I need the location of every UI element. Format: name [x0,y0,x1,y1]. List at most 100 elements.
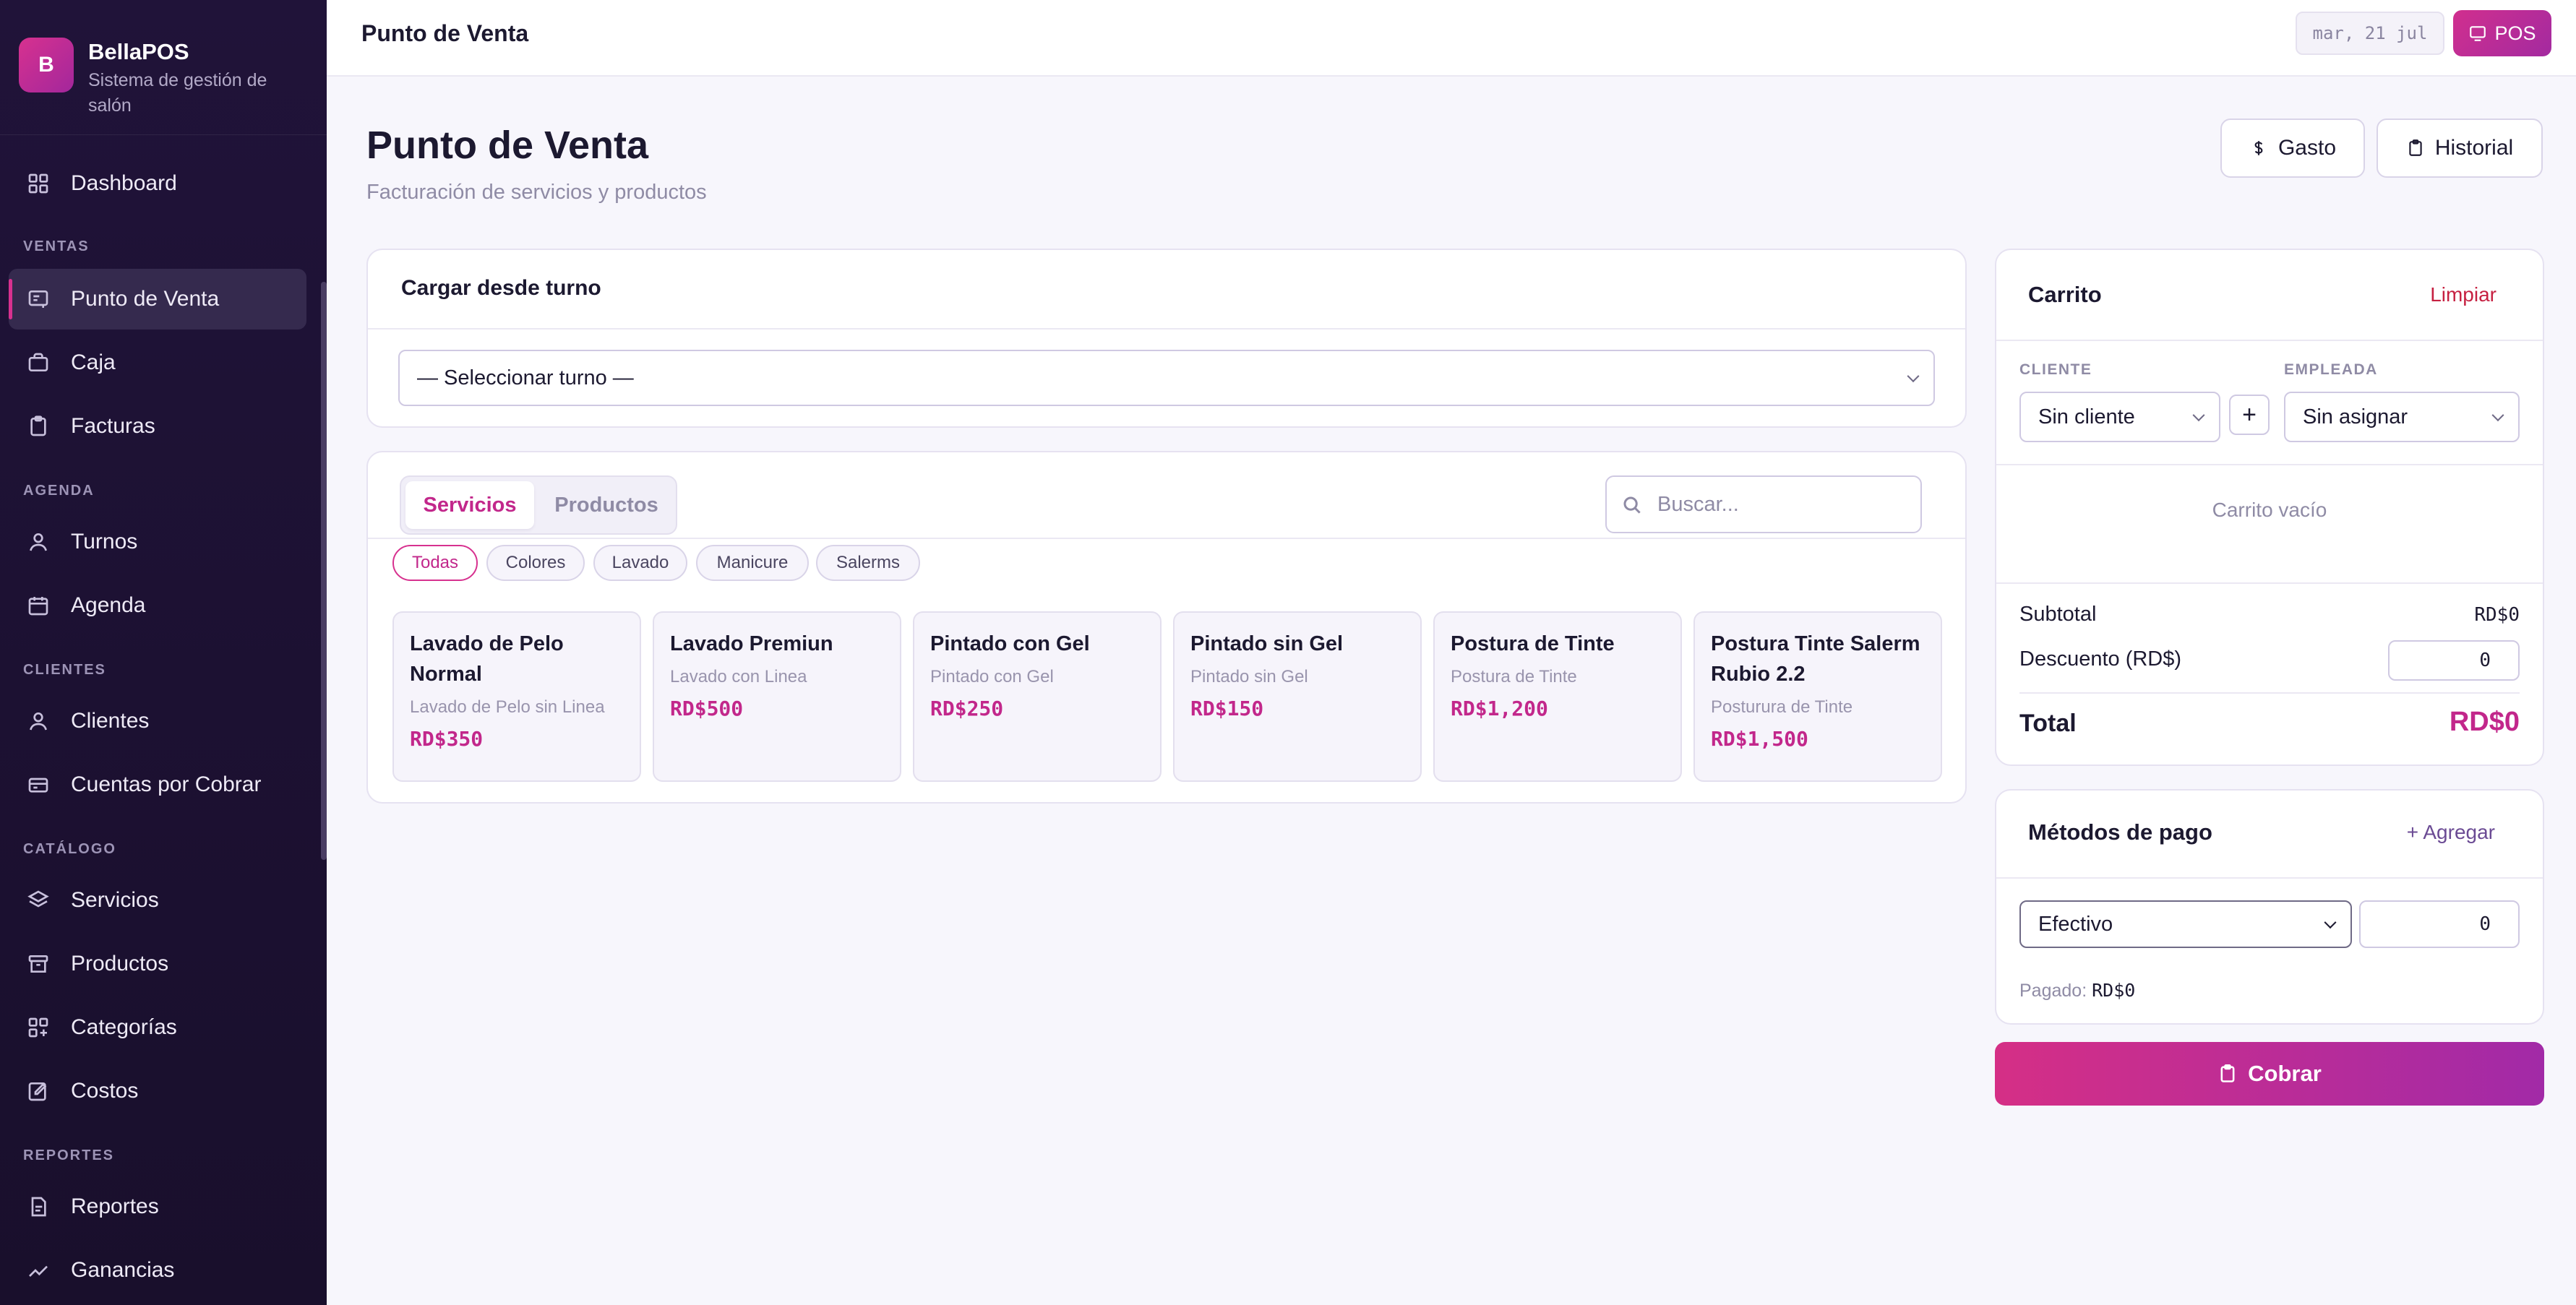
service-card[interactable]: Lavado de Pelo Normal Lavado de Pelo sin… [392,611,641,782]
service-card[interactable]: Postura de Tinte Postura de Tinte RD$1,2… [1433,611,1682,782]
service-name: Postura Tinte Salerm Rubio 2.2 [1711,632,1920,686]
topbar: Punto de Venta mar, 21 jul POS [327,0,2576,77]
sidebar-item-categorias[interactable]: Categorías [9,997,306,1058]
sidebar-item-turnos[interactable]: Turnos [9,512,306,572]
card-icon [26,772,51,797]
clipboard-icon [26,414,51,439]
pos-button[interactable]: POS [2453,10,2551,56]
sidebar-item-reportes[interactable]: Reportes [9,1176,306,1237]
cart-divider [1996,464,2543,465]
chip-manicure[interactable]: Manicure [696,545,809,581]
client-select[interactable]: Sin cliente [2019,392,2220,442]
catalog-card: Servicios Productos Buscar... Todas Colo… [366,451,1967,804]
subtotal-label: Subtotal [2019,603,2097,626]
turno-card-title: Cargar desde turno [401,276,601,300]
service-card[interactable]: Pintado sin Gel Pintado sin Gel RD$150 [1173,611,1422,782]
brand-logo: B [19,38,74,92]
sidebar-item-productos[interactable]: Productos [9,934,306,994]
turno-card-divider [368,328,1965,330]
chip-salerms[interactable]: Salerms [816,545,920,581]
sidebar-item-label: Turnos [71,530,138,554]
chip-todas[interactable]: Todas [392,545,478,581]
chevron-down-icon [1907,370,1920,383]
page-title: Punto de Venta [366,124,649,167]
sidebar-item-label: Facturas [71,414,155,438]
service-description: Postura de Tinte [1451,667,1577,686]
sidebar-item-label: Ganancias [71,1258,175,1282]
service-name: Postura de Tinte [1451,632,1615,655]
sidebar-item-servicios[interactable]: Servicios [9,870,306,931]
service-price: RD$1,200 [1451,697,1548,720]
user-icon [26,709,51,733]
employee-select[interactable]: Sin asignar [2284,392,2520,442]
sidebar-item-clientes[interactable]: Clientes [9,691,306,751]
subtotal-value: RD$0 [2474,604,2520,626]
payment-amount-input[interactable]: 0 [2359,900,2520,948]
gasto-button-label: Gasto [2277,136,2337,160]
sidebar-section-agenda: AGENDA [23,483,95,499]
document-icon [26,1194,51,1219]
clear-cart-button[interactable]: Limpiar [2430,283,2496,306]
gasto-button[interactable]: Gasto [2220,119,2365,178]
catalog-divider [368,538,1965,539]
sidebar-item-agenda[interactable]: Agenda [9,575,306,636]
sidebar-scrollbar[interactable] [321,282,327,860]
service-card[interactable]: Pintado con Gel Pintado con Gel RD$250 [913,611,1162,782]
total-value: RD$0 [2449,707,2520,737]
service-card[interactable]: Postura Tinte Salerm Rubio 2.2 Posturura… [1693,611,1942,782]
sidebar-item-costos[interactable]: Costos [9,1061,306,1121]
turno-card: Cargar desde turno — Seleccionar turno — [366,249,1967,428]
service-name: Lavado de Pelo Normal [410,632,564,686]
monitor-icon [2470,26,2486,41]
chip-lavado[interactable]: Lavado [593,545,687,581]
sidebar-item-punto-de-venta[interactable]: Punto de Venta [9,269,306,330]
paid-summary: Pagado: RD$0 [2019,980,2135,1002]
sidebar-item-dashboard[interactable]: Dashboard [9,153,306,214]
sidebar-item-cuentas-por-cobrar[interactable]: Cuentas por Cobrar [9,754,306,815]
sidebar-item-label: Productos [71,952,169,975]
sidebar-item-label: Servicios [71,888,159,912]
discount-input[interactable]: 0 [2388,640,2520,681]
cart-divider [1996,340,2543,341]
payment-title: Métodos de pago [2028,819,2212,845]
service-description: Pintado sin Gel [1190,667,1308,686]
add-payment-button[interactable]: + Agregar [2407,821,2495,844]
wallet-icon [26,350,51,375]
payment-method-select[interactable]: Efectivo [2019,900,2352,948]
tab-servicios[interactable]: Servicios [405,481,534,529]
employee-select-value: Sin asignar [2303,405,2408,428]
sidebar: B BellaPOS Sistema de gestión de salón D… [0,0,327,1305]
service-name: Lavado Premiun [670,632,833,655]
sidebar-divider [0,134,327,135]
tab-productos[interactable]: Productos [541,481,671,529]
date-badge: mar, 21 jul [2296,12,2444,55]
sidebar-item-caja[interactable]: Caja [9,332,306,393]
turno-select[interactable]: — Seleccionar turno — [398,350,1935,406]
historial-button-label: Historial [2434,136,2514,160]
sidebar-section-ventas: VENTAS [23,238,90,254]
add-client-button[interactable]: + [2229,395,2270,435]
clipboard-icon [2409,139,2422,156]
search-placeholder: Buscar... [1657,492,1739,516]
cart-divider [2019,692,2520,694]
historial-button[interactable]: Historial [2377,119,2543,178]
payment-method-value: Efectivo [2038,912,2113,936]
service-card[interactable]: Lavado Premiun Lavado con Linea RD$500 [653,611,901,782]
pos-button-label: POS [2494,22,2536,44]
sidebar-item-facturas[interactable]: Facturas [9,396,306,457]
chevron-down-icon [2324,916,2337,929]
employee-label: EMPLEADA [2284,361,2378,378]
chip-colores[interactable]: Colores [486,545,585,581]
total-label: Total [2019,710,2077,737]
topbar-title: Punto de Venta [361,20,529,46]
search-icon [1623,496,1641,514]
search-input[interactable]: Buscar... [1605,475,1922,533]
service-description: Pintado con Gel [930,667,1054,686]
dollar-icon [2254,141,2263,155]
cobrar-button[interactable]: Cobrar [1995,1042,2544,1106]
clipboard-icon [2220,1064,2235,1082]
sidebar-item-ganancias[interactable]: Ganancias [9,1240,306,1301]
sidebar-section-catalogo: CATÁLOGO [23,841,116,857]
sidebar-item-label: Caja [71,350,116,374]
payment-divider [1996,877,2543,879]
